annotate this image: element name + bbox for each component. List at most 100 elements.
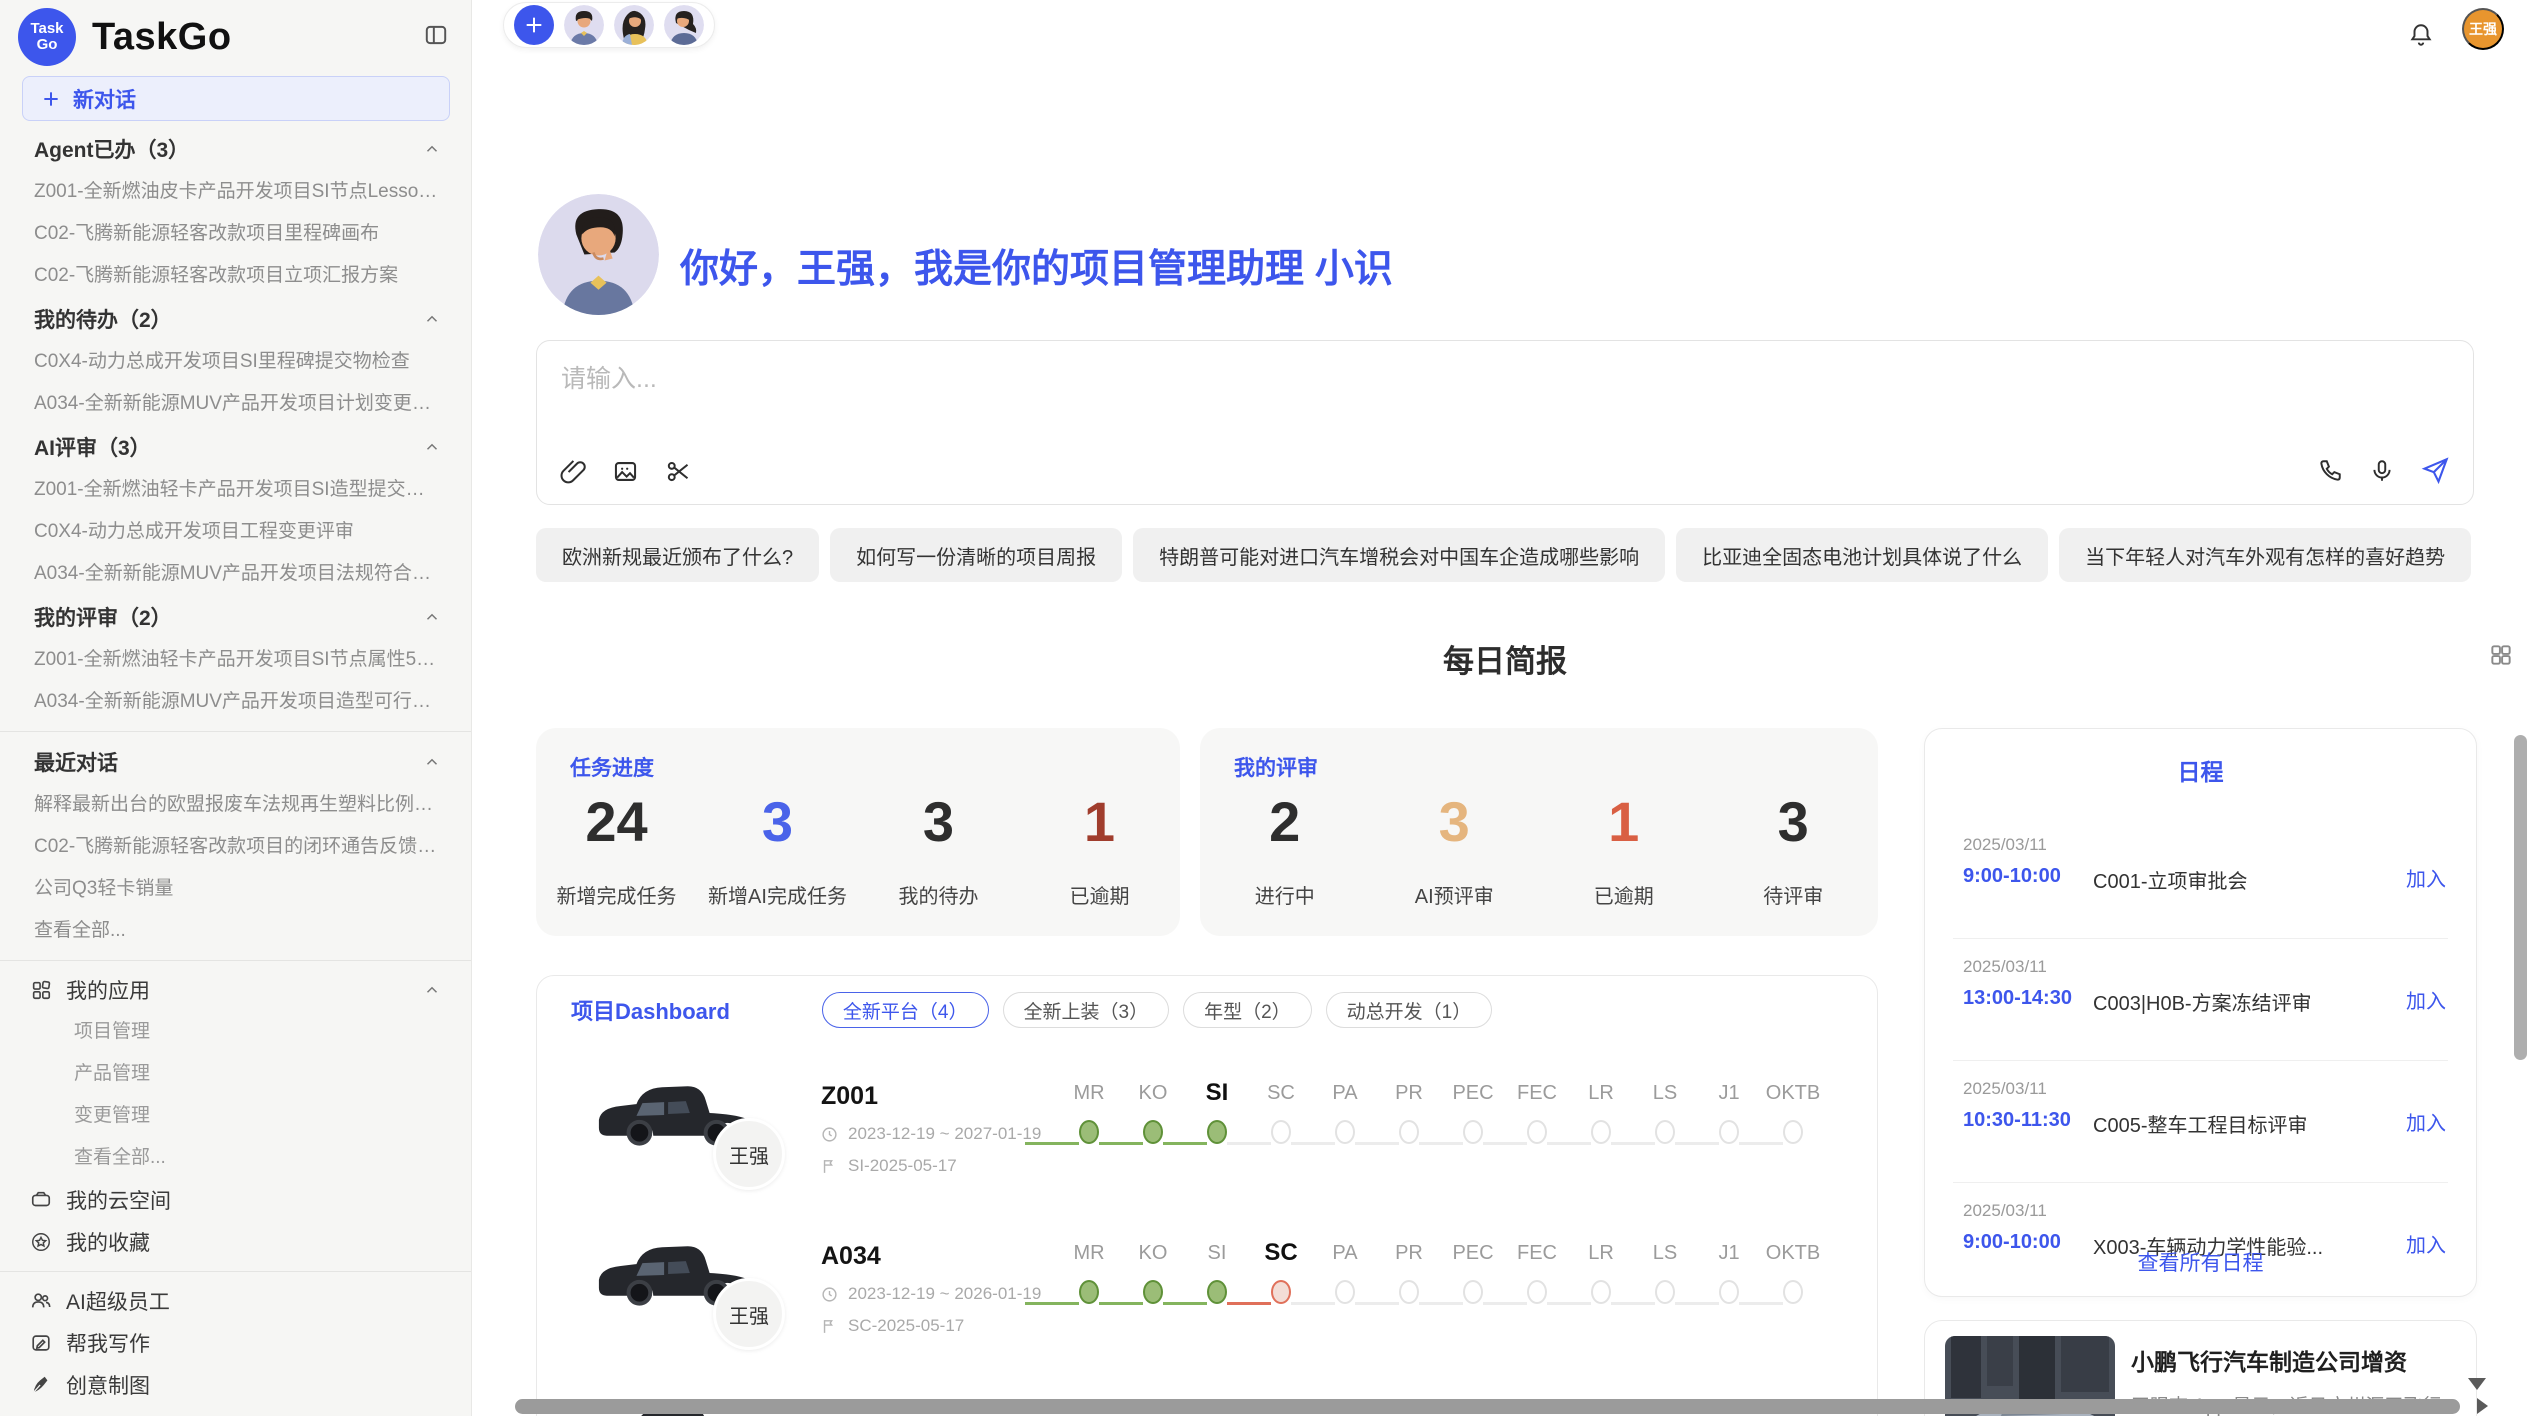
suggestion-chip[interactable]: 比亚迪全固态电池计划具体说了什么 — [1676, 528, 2048, 582]
project-row[interactable]: 王强 A034 2023-12-19 ~ 2026-01-19 SC-2025-… — [537, 1228, 1877, 1388]
sidebar-item-help-writing[interactable]: 帮我写作 — [0, 1322, 471, 1364]
project-row[interactable]: 王强 Z001 2023-12-19 ~ 2027-01-19 SI-2025-… — [537, 1068, 1877, 1228]
milestone-dot — [1207, 1280, 1227, 1304]
sidebar-header: Task Go TaskGo — [0, 0, 471, 66]
sidebar: Task Go TaskGo 新对话 Agent已办（3） Z001-全新燃油皮… — [0, 0, 472, 1416]
view-all-chats-link[interactable]: 查看全部... — [0, 910, 471, 952]
milestone-label: LS — [1633, 1078, 1697, 1108]
horizontal-scrollbar-thumb[interactable] — [515, 1399, 2460, 1414]
section-ai-review[interactable]: AI评审（3） — [0, 425, 471, 469]
join-button[interactable]: 加入 — [2406, 1107, 2446, 1136]
list-item[interactable]: C02-飞腾新能源轻客改款项目立项汇报方案 — [0, 255, 471, 297]
list-item[interactable]: Z001-全新燃油皮卡产品开发项目SI节点Lesson Learn报告 — [0, 171, 471, 213]
add-agent-button[interactable] — [514, 5, 554, 45]
user-name: 王强 — [2469, 19, 2497, 39]
join-button[interactable]: 加入 — [2406, 863, 2446, 892]
send-button[interactable] — [2421, 457, 2449, 488]
list-item[interactable]: Z001-全新燃油轻卡产品开发项目SI节点属性5D文件评审 — [0, 639, 471, 681]
project-dates: 2023-12-19 ~ 2027-01-19 — [821, 1124, 1041, 1144]
milestone-dot — [1463, 1120, 1483, 1144]
section-agent-done[interactable]: Agent已办（3） — [0, 127, 471, 171]
stat-value: 1 — [1019, 786, 1180, 858]
section-title: AI评审（3） — [34, 432, 151, 462]
divider — [0, 1271, 471, 1272]
event-date: 2025/03/11 — [1963, 1079, 2047, 1099]
milestone-dot-overdue — [1271, 1280, 1291, 1304]
vertical-scrollbar-thumb[interactable] — [2514, 735, 2527, 1060]
list-item[interactable]: C02-飞腾新能源轻客改款项目里程碑画布 — [0, 213, 471, 255]
section-my-todo[interactable]: 我的待办（2） — [0, 297, 471, 341]
list-item[interactable]: C02-飞腾新能源轻客改款项目的闭环通告反馈情况 — [0, 826, 471, 868]
suggestion-chip[interactable]: 特朗普可能对进口汽车增税会对中国车企造成哪些影响 — [1133, 528, 1665, 582]
list-item[interactable]: Z001-全新燃油轻卡产品开发项目SI造型提交物评审 — [0, 469, 471, 511]
screenshot-button[interactable] — [665, 458, 692, 488]
chevron-up-icon — [423, 608, 441, 626]
chat-input[interactable] — [561, 359, 2449, 429]
agent-avatar-2[interactable] — [614, 5, 654, 45]
sidebar-item-product-mgmt[interactable]: 产品管理 — [0, 1053, 471, 1095]
new-chat-button[interactable]: 新对话 — [22, 76, 450, 121]
sidebar-item-my-apps[interactable]: 我的应用 — [0, 969, 471, 1011]
section-recent-chats[interactable]: 最近对话 — [0, 740, 471, 784]
list-item[interactable]: A034-全新新能源MUV产品开发项目计划变更表编写 — [0, 383, 471, 425]
sidebar-item-cloud-space[interactable]: 我的云空间 — [0, 1179, 471, 1221]
list-item[interactable]: 公司Q3轻卡销量 — [0, 868, 471, 910]
sidebar-item-favorites[interactable]: 我的收藏 — [0, 1221, 471, 1263]
stat-overdue: 1 已逾期 — [1539, 786, 1709, 909]
user-avatar[interactable]: 王强 — [2462, 8, 2504, 50]
cloud-space-label: 我的云空间 — [66, 1185, 171, 1215]
briefing-layout-button[interactable] — [2488, 642, 2514, 671]
section-my-review[interactable]: 我的评审（2） — [0, 595, 471, 639]
suggestion-chip[interactable]: 欧洲新规最近颁布了什么? — [536, 528, 819, 582]
list-item[interactable]: C0X4-动力总成开发项目工程变更评审 — [0, 511, 471, 553]
chat-composer — [536, 340, 2474, 505]
tab-powertrain[interactable]: 动总开发（1） — [1326, 992, 1493, 1028]
stat-label: 新增完成任务 — [536, 880, 697, 909]
divider — [1953, 1182, 2448, 1183]
sidebar-item-creative-drawing[interactable]: 创意制图 — [0, 1364, 471, 1406]
scroll-right-arrow[interactable] — [2477, 1398, 2488, 1414]
agent-avatar-3[interactable] — [664, 5, 704, 45]
list-item[interactable]: A034-全新新能源MUV产品开发项目造型可行性评审 — [0, 681, 471, 723]
stat-value: 3 — [1709, 786, 1879, 858]
sidebar-item-change-mgmt[interactable]: 变更管理 — [0, 1095, 471, 1137]
milestone-label: MR — [1057, 1238, 1121, 1268]
stats: 24 新增完成任务 3 新增AI完成任务 3 我的待办 1 已逾期 — [536, 786, 1180, 909]
section-title: 最近对话 — [34, 747, 118, 777]
suggestion-chip[interactable]: 当下年轻人对汽车外观有怎样的喜好趋势 — [2059, 528, 2471, 582]
milestone-dot — [1527, 1120, 1547, 1144]
list-item[interactable]: A034-全新新能源MUV产品开发项目法规符合性评审 — [0, 553, 471, 595]
section-title: 我的评审（2） — [34, 602, 172, 632]
suggestion-chips: 欧洲新规最近颁布了什么? 如何写一份清晰的项目周报 特朗普可能对进口汽车增税会对… — [536, 528, 2471, 582]
tab-new-platform[interactable]: 全新平台（4） — [822, 992, 989, 1028]
stat-label: 已逾期 — [1019, 880, 1180, 909]
notifications-button[interactable] — [2408, 22, 2434, 51]
agent-avatar-1[interactable] — [564, 5, 604, 45]
milestone-label: J1 — [1697, 1078, 1761, 1108]
attach-button[interactable] — [559, 458, 586, 488]
milestone-label-current: SC — [1249, 1238, 1313, 1268]
list-item[interactable]: 解释最新出台的欧盟报废车法规再生塑料比例被调至15%... — [0, 784, 471, 826]
tab-model-year[interactable]: 年型（2） — [1183, 992, 1312, 1028]
sidebar-item-project-mgmt[interactable]: 项目管理 — [0, 1011, 471, 1053]
list-item[interactable]: C0X4-动力总成开发项目SI里程碑提交物检查 — [0, 341, 471, 383]
image-upload-button[interactable] — [612, 458, 639, 488]
tab-new-body[interactable]: 全新上装（3） — [1003, 992, 1170, 1028]
app-logo: Task Go — [18, 8, 76, 66]
sidebar-item-ai-employee[interactable]: AI超级员工 — [0, 1280, 471, 1322]
microphone-button[interactable] — [2369, 458, 2395, 487]
flag-icon — [821, 1318, 838, 1335]
milestone-label: PA — [1313, 1238, 1377, 1268]
sidebar-collapse-button[interactable] — [423, 22, 449, 51]
suggestion-chip[interactable]: 如何写一份清晰的项目周报 — [830, 528, 1122, 582]
milestone-label: PA — [1313, 1078, 1377, 1108]
scroll-down-arrow[interactable] — [2468, 1378, 2486, 1390]
schedule-event: 2025/03/11 10:30-11:30 C005-整车工程目标评审 加入 — [1925, 1063, 2476, 1183]
chevron-up-icon — [423, 140, 441, 158]
view-all-apps-link[interactable]: 查看全部... — [0, 1137, 471, 1179]
voice-call-button[interactable] — [2317, 458, 2343, 487]
dashboard-filter-tabs: 全新平台（4） 全新上装（3） 年型（2） 动总开发（1） — [822, 992, 1492, 1028]
view-all-schedule-link[interactable]: 查看所有日程 — [1925, 1247, 2476, 1277]
milestone-dot — [1399, 1120, 1419, 1144]
join-button[interactable]: 加入 — [2406, 985, 2446, 1014]
